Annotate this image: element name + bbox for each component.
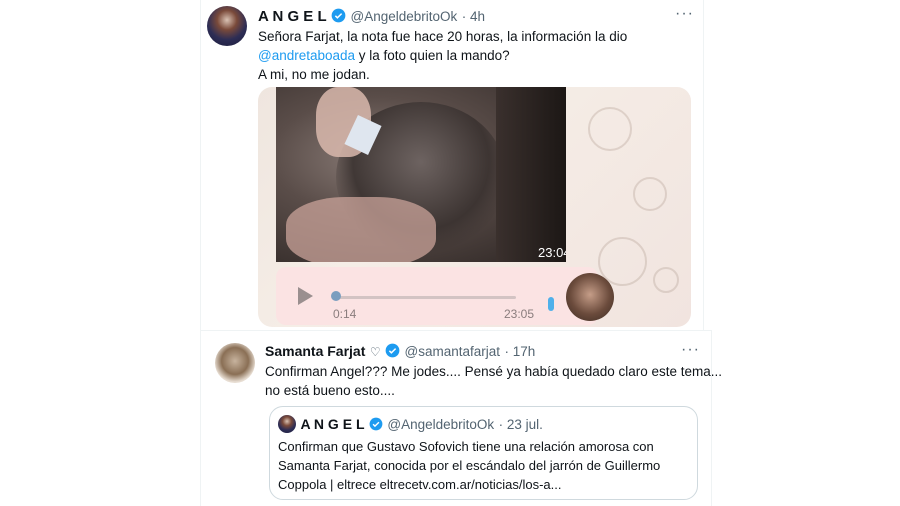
- quoted-avatar: [278, 415, 296, 433]
- tweet-text-line-3: A mi, no me jodan.: [258, 67, 370, 82]
- background-doodle: [588, 107, 632, 151]
- tweet-angel[interactable]: A N G E L @AngeldebritoOk · 4h ··· Señor…: [200, 0, 704, 331]
- microphone-icon: [548, 297, 554, 311]
- verified-badge-icon: [331, 8, 346, 23]
- tweet-text-line-1: Señora Farjat, la nota fue hace 20 horas…: [258, 29, 628, 44]
- tweet-text: Señora Farjat, la nota fue hace 20 horas…: [258, 27, 627, 84]
- video-timestamp: 23:04: [538, 245, 566, 260]
- mention-link[interactable]: @andretaboada: [258, 48, 355, 63]
- photo-shadow: [496, 87, 566, 262]
- sender-avatar: [566, 273, 614, 321]
- quoted-text-line-2: Samanta Farjat, conocida por el escándal…: [278, 458, 661, 473]
- quoted-tweet[interactable]: A N G E L @AngeldebritoOk · 23 jul. Conf…: [269, 406, 698, 500]
- timestamp[interactable]: 17h: [513, 344, 536, 359]
- media-photo[interactable]: 23:04: [276, 87, 566, 262]
- quoted-display-name: A N G E L: [300, 416, 365, 432]
- tweet-media[interactable]: 23:04 0:14 23:05: [258, 87, 691, 327]
- audio-current-time: 0:14: [333, 307, 357, 321]
- tweet-text: Confirman Angel??? Me jodes.... Pensé ya…: [265, 362, 722, 400]
- more-options-icon[interactable]: ···: [681, 341, 700, 359]
- angel-avatar[interactable]: [207, 6, 247, 46]
- audio-progress-track[interactable]: [336, 296, 516, 299]
- tweet-text-line-2: no está bueno esto....: [265, 383, 395, 398]
- audio-duration: 23:05: [504, 307, 535, 321]
- voice-message[interactable]: 0:14 23:05: [276, 267, 614, 325]
- samanta-avatar[interactable]: [215, 343, 255, 383]
- verified-badge-icon: [369, 417, 383, 431]
- timestamp[interactable]: 4h: [470, 9, 485, 24]
- tweet-samanta[interactable]: Samanta Farjat ♡ @samantafarjat · 17h ··…: [200, 330, 722, 506]
- tweet-text-line-2: @andretaboada y la foto quien la mando?: [258, 48, 510, 63]
- photo-skin: [286, 197, 436, 262]
- verified-badge-icon: [385, 343, 400, 358]
- display-name[interactable]: A N G E L: [258, 8, 327, 25]
- display-name[interactable]: Samanta Farjat: [265, 343, 365, 359]
- quoted-text-line-3: Coppola | eltrece eltrecetv.com.ar/notic…: [278, 477, 562, 492]
- background-doodle: [633, 177, 667, 211]
- tweet-text-line-1: Confirman Angel??? Me jodes.... Pensé ya…: [265, 364, 723, 379]
- heart-icon: ♡: [369, 345, 381, 359]
- quoted-text: Confirman que Gustavo Sofovich tiene una…: [278, 437, 660, 494]
- play-icon[interactable]: [298, 287, 313, 305]
- quoted-date: 23 jul.: [506, 417, 543, 432]
- quoted-handle: @AngeldebritoOk: [387, 417, 495, 432]
- handle[interactable]: @samantafarjat: [405, 344, 501, 359]
- handle[interactable]: @AngeldebritoOk: [351, 9, 458, 24]
- more-options-icon[interactable]: ···: [675, 5, 694, 23]
- audio-progress-knob[interactable]: [331, 291, 341, 301]
- background-doodle: [653, 267, 679, 293]
- quoted-text-line-1: Confirman que Gustavo Sofovich tiene una…: [278, 439, 654, 454]
